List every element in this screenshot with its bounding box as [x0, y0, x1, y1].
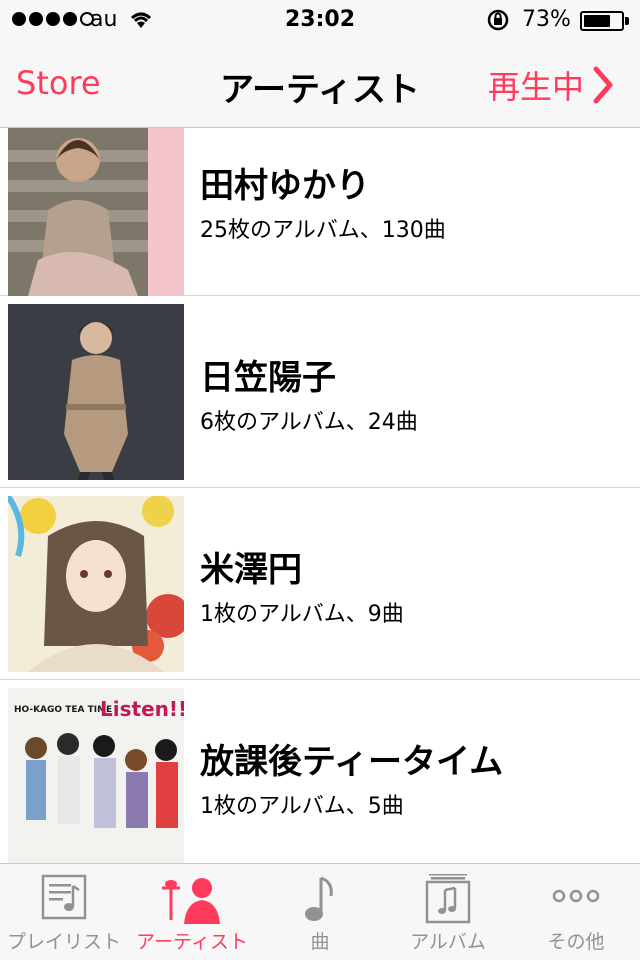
tab-more[interactable]: その他: [512, 864, 640, 960]
album-icon: [425, 874, 471, 924]
battery-percent: 73%: [522, 7, 571, 32]
artist-name: 米澤円: [200, 550, 302, 590]
album-text-hokago: HO-KAGO TEA TIME: [14, 705, 112, 715]
album-artwork: [8, 496, 184, 672]
artist-album-count: 6枚のアルバム、24曲: [200, 410, 418, 435]
tab-label: アルバム: [410, 931, 486, 953]
battery-icon: [580, 11, 624, 31]
artist-row[interactable]: 米澤円 1枚のアルバム、9曲: [0, 488, 640, 680]
playlist-icon: [41, 874, 87, 920]
tab-artists[interactable]: アーティスト: [128, 864, 256, 960]
rotation-lock-icon: [486, 8, 510, 37]
tab-label: その他: [547, 931, 605, 953]
tab-label: 曲: [310, 931, 330, 953]
artist-row[interactable]: HO-KAGO TEA TIME Listen!! 放課後ティータイム 1枚のア…: [0, 680, 640, 863]
artist-row[interactable]: 日笠陽子 6枚のアルバム、24曲: [0, 296, 640, 488]
artist-album-count: 1枚のアルバム、9曲: [200, 602, 404, 627]
artist-icon: [162, 878, 220, 924]
navigation-bar: Store アーティスト 再生中: [0, 40, 640, 128]
album-artwork: [8, 304, 184, 480]
artist-name: 放課後ティータイム: [200, 742, 504, 782]
artist-list[interactable]: 田村ゆかり 25枚のアルバム、130曲 日笠陽子 6枚のアルバム、24曲 米澤円…: [0, 128, 640, 863]
tab-label: プレイリスト: [6, 931, 121, 953]
album-artwork: [8, 128, 184, 296]
now-playing-label: 再生中: [487, 68, 584, 106]
tab-albums[interactable]: アルバム: [384, 864, 512, 960]
chevron-right-icon: [593, 66, 613, 104]
status-bar: au 23:02 73%: [0, 0, 640, 40]
artist-album-count: 25枚のアルバム、130曲: [200, 218, 446, 243]
music-note-icon: [305, 876, 333, 921]
album-artwork: HO-KAGO TEA TIME Listen!!: [8, 688, 184, 863]
album-text-listen: Listen!!: [100, 697, 184, 721]
artist-name: 日笠陽子: [200, 358, 336, 398]
tab-songs[interactable]: 曲: [256, 864, 384, 960]
more-icon: [552, 889, 600, 903]
artist-album-count: 1枚のアルバム、5曲: [200, 794, 404, 819]
artist-row[interactable]: 田村ゆかり 25枚のアルバム、130曲: [0, 128, 640, 296]
tab-label: アーティスト: [136, 931, 248, 953]
tab-playlists[interactable]: プレイリスト: [0, 864, 128, 960]
now-playing-button[interactable]: 再生中: [488, 62, 614, 108]
tab-bar: プレイリスト アーティスト 曲 アルバム その他: [0, 863, 640, 960]
artist-name: 田村ゆかり: [200, 166, 370, 206]
